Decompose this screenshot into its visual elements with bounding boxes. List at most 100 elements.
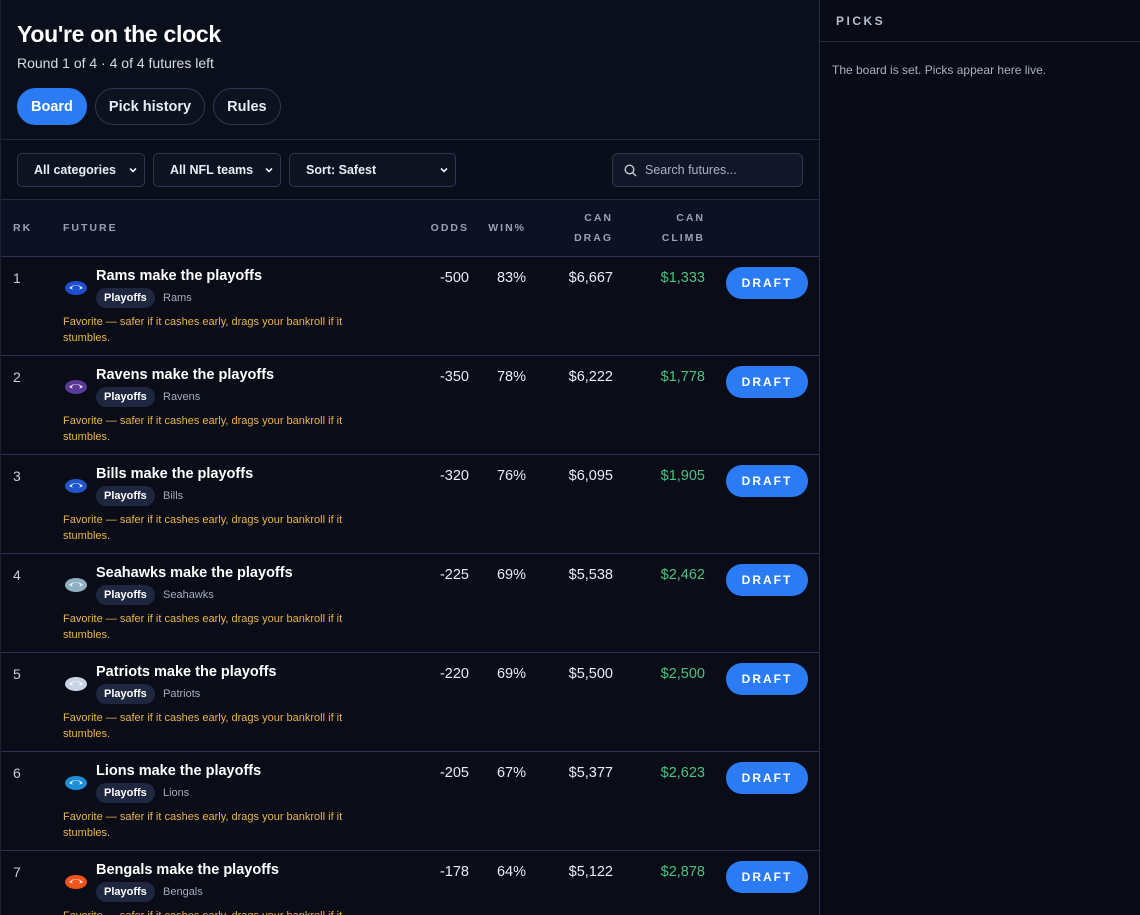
seahawks-logo-icon	[65, 578, 87, 592]
can-drag-value: $5,122	[568, 864, 613, 880]
can-drag-value: $5,538	[568, 567, 613, 583]
category-chip: Playoffs	[96, 882, 155, 902]
column-future[interactable]: FUTURE	[63, 218, 118, 238]
draft-button[interactable]: DRAFT	[726, 267, 808, 299]
draft-button[interactable]: DRAFT	[726, 663, 808, 695]
category-chip: Playoffs	[96, 288, 155, 308]
column-rank[interactable]: RK	[13, 218, 32, 238]
team-select-value: All NFL teams	[170, 162, 254, 177]
bills-logo-icon	[65, 479, 87, 493]
table-row: 4 Seahawks make the playoffs Playoffs Seaha…	[1, 554, 819, 653]
column-can-drag-line2: DRAG	[574, 232, 613, 244]
category-chip: Playoffs	[96, 783, 155, 803]
patriots-logo-icon	[65, 677, 87, 691]
can-climb-value: $1,778	[660, 369, 705, 385]
win-pct-value: 69%	[496, 567, 526, 583]
can-drag-value: $5,500	[568, 666, 613, 682]
page-title: You're on the clock	[17, 21, 221, 47]
row-rank: 3	[13, 468, 21, 484]
futures-table-body: 1 Rams make the playoffs Playoffs Rams Favor…	[1, 257, 819, 915]
picks-empty-message: The board is set. Picks appear here live…	[832, 63, 1047, 77]
team-name: Bills	[163, 490, 184, 502]
can-climb-value: $1,333	[660, 270, 705, 286]
tab-board[interactable]: Board	[17, 88, 87, 125]
draft-button[interactable]: DRAFT	[726, 762, 808, 794]
team-name: Ravens	[163, 391, 201, 403]
bengals-logo-icon	[65, 875, 87, 889]
risk-note: Favorite — safer if it cashes early, dra…	[63, 514, 343, 542]
column-can-drag[interactable]: CAN DRAG	[574, 208, 613, 248]
team-select[interactable]: All NFL teams	[153, 152, 281, 187]
can-climb-value: $2,878	[660, 864, 705, 880]
sort-select-value: Sort: Safest	[306, 162, 377, 177]
column-can-climb-line2: CLIMB	[661, 232, 705, 244]
category-select[interactable]: All categories	[17, 152, 145, 187]
odds-value: -320	[439, 468, 469, 484]
ravens-logo-icon	[65, 380, 87, 394]
picks-panel: PICKS The board is set. Picks appear her…	[820, 0, 1140, 915]
view-tabs: Board Pick history Rules	[17, 88, 803, 125]
table-row: 2 Ravens make the playoffs Playoffs Ravens F…	[1, 356, 819, 455]
future-name: Lions make the playoffs	[96, 763, 262, 779]
column-odds[interactable]: ODDS	[431, 218, 469, 238]
search-input[interactable]	[645, 163, 795, 177]
column-can-climb-line1: CAN	[676, 212, 705, 224]
draft-button[interactable]: DRAFT	[726, 366, 808, 398]
row-rank: 1	[13, 270, 21, 286]
board-header: You're on the clock Round 1 of 4 · 4 of …	[1, 0, 819, 140]
risk-note: Favorite — safer if it cashes early, dra…	[63, 415, 343, 443]
tab-pick-history[interactable]: Pick history	[94, 88, 206, 125]
draft-button[interactable]: DRAFT	[726, 861, 808, 893]
lions-logo-icon	[65, 776, 87, 790]
draft-board-panel: You're on the clock Round 1 of 4 · 4 of …	[0, 0, 820, 915]
can-climb-value: $2,462	[660, 567, 705, 583]
future-name: Ravens make the playoffs	[96, 367, 275, 383]
odds-value: -205	[439, 765, 469, 781]
table-row: 6 Lions make the playoffs Playoffs Lions Fav…	[1, 752, 819, 851]
draft-button[interactable]: DRAFT	[726, 564, 808, 596]
column-can-drag-line1: CAN	[584, 212, 613, 224]
column-can-climb[interactable]: CAN CLIMB	[662, 208, 705, 248]
odds-value: -178	[439, 864, 469, 880]
odds-value: -220	[439, 666, 469, 682]
can-drag-value: $6,222	[568, 369, 613, 385]
team-name: Rams	[163, 292, 192, 304]
team-name: Seahawks	[163, 589, 214, 601]
draft-button[interactable]: DRAFT	[726, 465, 808, 497]
can-drag-value: $6,095	[568, 468, 613, 484]
row-rank: 7	[13, 864, 21, 880]
win-pct-value: 69%	[496, 666, 526, 682]
tab-rules[interactable]: Rules	[213, 88, 281, 125]
row-rank: 6	[13, 765, 21, 781]
team-name: Patriots	[163, 688, 201, 700]
risk-note: Favorite — safer if it cashes early, dra…	[63, 316, 343, 344]
can-climb-value: $1,905	[660, 468, 705, 484]
future-name: Bills make the playoffs	[96, 466, 254, 482]
team-name: Bengals	[163, 886, 203, 898]
can-drag-value: $5,377	[568, 765, 613, 781]
win-pct-value: 83%	[496, 270, 526, 286]
win-pct-value: 76%	[496, 468, 526, 484]
future-name: Bengals make the playoffs	[96, 862, 279, 878]
rams-logo-icon	[65, 281, 87, 295]
search-box[interactable]	[612, 153, 803, 187]
chevron-down-icon	[265, 167, 273, 173]
can-climb-value: $2,623	[660, 765, 705, 781]
column-win[interactable]: WIN%	[488, 218, 526, 238]
future-name: Rams make the playoffs	[96, 268, 263, 284]
win-pct-value: 64%	[496, 864, 526, 880]
filter-bar: All categories All NFL teams Sort: Safes…	[1, 140, 819, 200]
row-rank: 4	[13, 567, 21, 583]
odds-value: -350	[439, 369, 469, 385]
chevron-down-icon	[440, 167, 448, 173]
can-climb-value: $2,500	[660, 666, 705, 682]
sort-select[interactable]: Sort: Safest	[289, 152, 456, 187]
category-chip: Playoffs	[96, 387, 155, 407]
risk-note: Favorite — safer if it cashes early, dra…	[63, 908, 373, 915]
future-name: Seahawks make the playoffs	[96, 565, 293, 581]
category-select-value: All categories	[34, 162, 116, 177]
table-row: 1 Rams make the playoffs Playoffs Rams Favor…	[1, 257, 819, 356]
row-rank: 2	[13, 369, 21, 385]
chevron-down-icon	[129, 167, 137, 173]
category-chip: Playoffs	[96, 486, 155, 506]
